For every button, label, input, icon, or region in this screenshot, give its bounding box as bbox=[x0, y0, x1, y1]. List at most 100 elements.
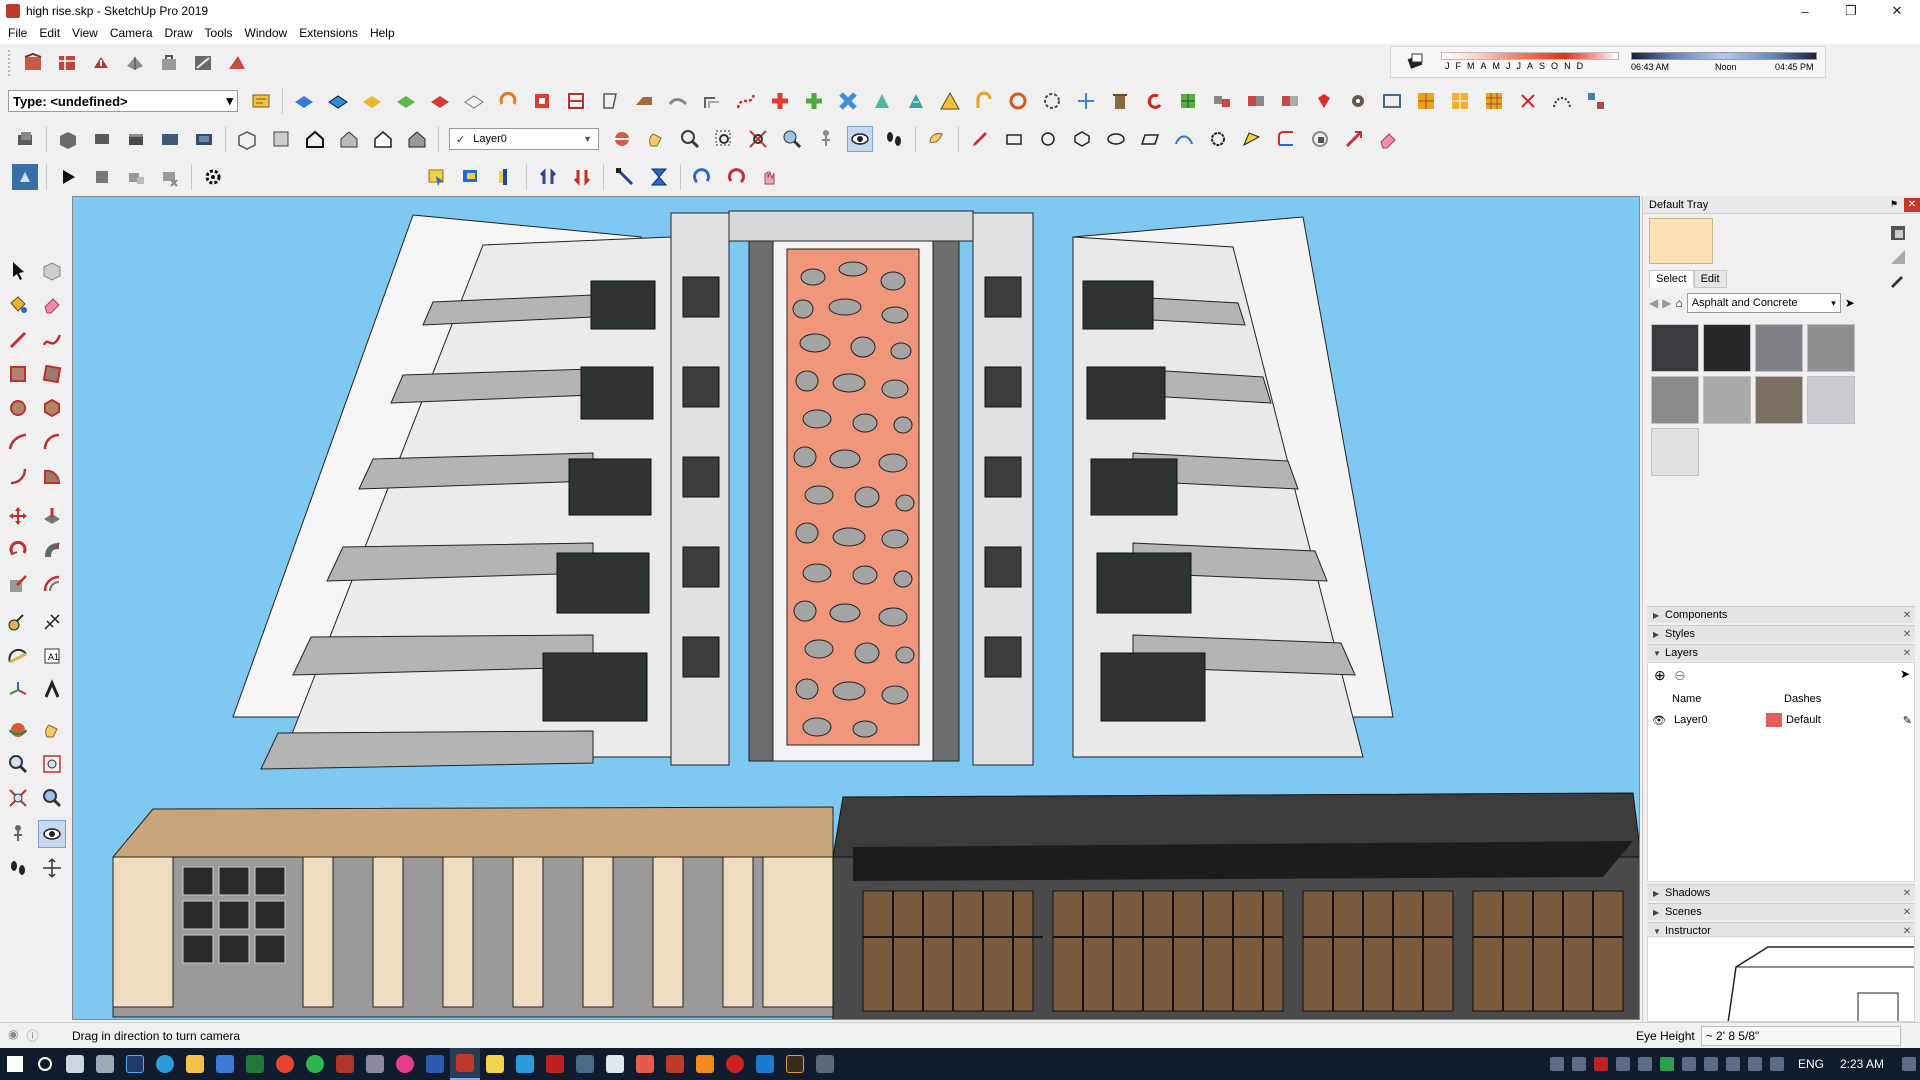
material-swatch[interactable] bbox=[1807, 376, 1855, 424]
sandbox-from-contours-icon[interactable] bbox=[291, 88, 317, 114]
section-display-icon[interactable] bbox=[563, 88, 589, 114]
volume-icon[interactable] bbox=[1747, 1057, 1762, 1071]
array-icon[interactable] bbox=[1583, 88, 1609, 114]
material-swatch[interactable] bbox=[1807, 324, 1855, 372]
hand-pink-icon[interactable] bbox=[757, 164, 783, 190]
curve-icon[interactable] bbox=[971, 88, 997, 114]
texture-tile-icon[interactable] bbox=[1413, 88, 1439, 114]
select-entities-icon[interactable] bbox=[424, 164, 450, 190]
tray-app-icon[interactable] bbox=[1593, 1057, 1608, 1071]
look-around-icon[interactable] bbox=[847, 126, 873, 152]
material-swatch[interactable] bbox=[1651, 324, 1699, 372]
file-explorer-icon[interactable] bbox=[180, 1048, 210, 1080]
app-icon[interactable] bbox=[390, 1048, 420, 1080]
bridge-icon[interactable] bbox=[780, 1048, 810, 1080]
tab-select[interactable]: Select bbox=[1649, 270, 1694, 288]
details-arrow-icon[interactable]: ➤ bbox=[1900, 667, 1910, 681]
add-detail-icon[interactable] bbox=[461, 88, 487, 114]
time-slider[interactable]: 06:43 AM Noon 04:45 PM bbox=[1631, 48, 1817, 76]
top-view-icon[interactable] bbox=[89, 126, 115, 152]
start-icon[interactable] bbox=[0, 1048, 30, 1080]
parallelogram-icon[interactable] bbox=[1137, 126, 1163, 152]
pencil-icon[interactable] bbox=[967, 126, 993, 152]
send-to-layout-icon[interactable] bbox=[190, 50, 216, 76]
layer-color-swatch[interactable] bbox=[1766, 713, 1782, 727]
xray-icon[interactable] bbox=[234, 126, 260, 152]
trimble-connect-icon[interactable] bbox=[224, 50, 250, 76]
credits-icon[interactable]: ⓘ bbox=[26, 1027, 38, 1044]
texture-fill-icon[interactable] bbox=[1481, 88, 1507, 114]
month-slider[interactable]: J F M A M J J A S O N D bbox=[1441, 48, 1621, 76]
section-plane-icon[interactable] bbox=[529, 88, 555, 114]
dimension-icon[interactable] bbox=[38, 608, 66, 636]
paint-bucket-icon[interactable] bbox=[4, 290, 32, 318]
two-point-arc-icon[interactable] bbox=[38, 428, 66, 456]
eye-icon[interactable]: 👁 bbox=[1652, 714, 1674, 727]
select-faces-icon[interactable] bbox=[458, 164, 484, 190]
panel-layers[interactable]: ▼ Layers ✕ bbox=[1647, 644, 1915, 661]
menu-help[interactable]: Help bbox=[364, 23, 401, 43]
iso-view-icon[interactable] bbox=[55, 126, 81, 152]
select-arrow-icon[interactable] bbox=[4, 256, 32, 284]
edge-icon[interactable] bbox=[150, 1048, 180, 1080]
app-icon[interactable] bbox=[510, 1048, 540, 1080]
close-panel-icon[interactable]: ✕ bbox=[1899, 926, 1915, 937]
freehand-icon[interactable] bbox=[38, 326, 66, 354]
layer-dashes[interactable]: Default bbox=[1786, 714, 1821, 726]
shaded-icon[interactable] bbox=[336, 126, 362, 152]
hourglass-icon[interactable] bbox=[646, 164, 672, 190]
scale-cross-icon[interactable] bbox=[835, 88, 861, 114]
material-swatch[interactable] bbox=[1703, 324, 1751, 372]
stamp-icon[interactable] bbox=[393, 88, 419, 114]
warning-icon[interactable] bbox=[937, 88, 963, 114]
offset-icon[interactable] bbox=[699, 88, 725, 114]
calculator-icon[interactable] bbox=[90, 1048, 120, 1080]
classifier-icon[interactable] bbox=[248, 88, 274, 114]
network-icon[interactable] bbox=[1725, 1057, 1740, 1071]
viewport-frame-icon[interactable] bbox=[1379, 88, 1405, 114]
export-scene-icon[interactable] bbox=[123, 164, 149, 190]
pie-icon[interactable] bbox=[38, 462, 66, 490]
stop-icon[interactable] bbox=[89, 164, 115, 190]
move-icon[interactable] bbox=[4, 502, 32, 530]
scale-icon[interactable] bbox=[4, 570, 32, 598]
whatsapp-icon[interactable] bbox=[300, 1048, 330, 1080]
axes-tool-icon[interactable] bbox=[4, 676, 32, 704]
circle-icon[interactable] bbox=[4, 394, 32, 422]
circle-outline-icon[interactable] bbox=[1035, 126, 1061, 152]
measure-input[interactable]: ~ 2' 8 5/8" bbox=[1700, 1026, 1901, 1046]
material-swatch[interactable] bbox=[1651, 376, 1699, 424]
app-icon[interactable] bbox=[660, 1048, 690, 1080]
fillet-icon[interactable] bbox=[1273, 126, 1299, 152]
right-view-icon[interactable] bbox=[157, 126, 183, 152]
house-outline-icon[interactable] bbox=[370, 126, 396, 152]
wireframe-icon[interactable] bbox=[268, 126, 294, 152]
excel-icon[interactable] bbox=[240, 1048, 270, 1080]
arc-outline-icon[interactable] bbox=[1171, 126, 1197, 152]
camera-delete-icon[interactable] bbox=[157, 164, 183, 190]
rectangle-icon[interactable] bbox=[4, 360, 32, 388]
grid-tool-icon[interactable] bbox=[1175, 88, 1201, 114]
toolbar-grip[interactable] bbox=[8, 50, 12, 76]
extrude-icon[interactable] bbox=[903, 88, 929, 114]
app-icon[interactable] bbox=[360, 1048, 390, 1080]
axes-icon[interactable] bbox=[1073, 88, 1099, 114]
sandbox-hand-icon[interactable] bbox=[924, 126, 950, 152]
zoom-icon[interactable] bbox=[677, 126, 703, 152]
vertex-curve-icon[interactable] bbox=[1549, 88, 1575, 114]
material-swatch[interactable] bbox=[1703, 376, 1751, 424]
modeling-tools-icon[interactable] bbox=[1345, 88, 1371, 114]
component-replace-icon[interactable] bbox=[1209, 88, 1235, 114]
app-icon[interactable] bbox=[600, 1048, 630, 1080]
back-icon[interactable]: ◀ bbox=[1649, 296, 1658, 310]
smoove-icon[interactable] bbox=[359, 88, 385, 114]
orbit-icon[interactable] bbox=[609, 126, 635, 152]
make-component-icon[interactable] bbox=[38, 256, 66, 284]
material-swatch[interactable] bbox=[1755, 376, 1803, 424]
app-icon[interactable] bbox=[750, 1048, 780, 1080]
rotated-rectangle-icon[interactable] bbox=[38, 360, 66, 388]
details-arrow-icon[interactable]: ➤ bbox=[1845, 296, 1855, 310]
panel-shadows[interactable]: ▶ Shadows ✕ bbox=[1647, 884, 1915, 901]
play-icon[interactable] bbox=[55, 164, 81, 190]
chrome-icon[interactable] bbox=[270, 1048, 300, 1080]
